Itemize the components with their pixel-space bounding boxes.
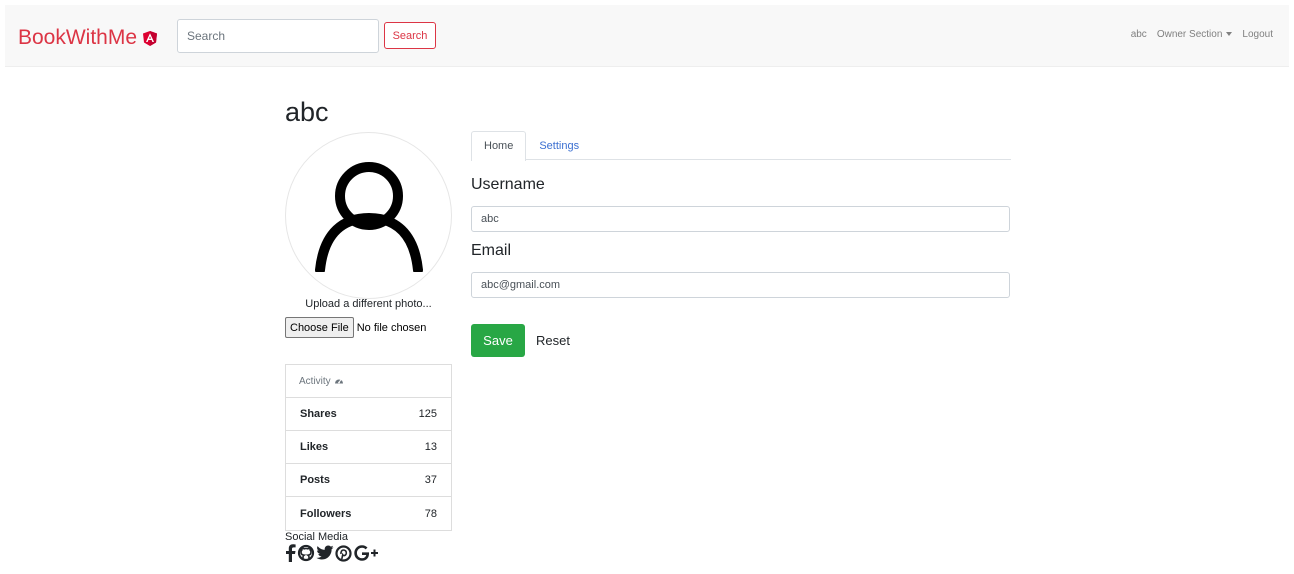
- activity-row-followers: Followers 78: [286, 497, 451, 530]
- owner-section-label: Owner Section: [1156, 29, 1223, 40]
- search-input[interactable]: [177, 19, 379, 53]
- twitter-icon[interactable]: [316, 545, 334, 566]
- social-icons: [285, 544, 379, 567]
- email-label: Email: [471, 242, 512, 259]
- profile-tabs: Home Settings: [471, 131, 1011, 161]
- activity-label: Posts: [300, 474, 330, 486]
- upload-label: Upload a different photo...: [305, 298, 432, 310]
- angular-shield-icon: [143, 28, 158, 52]
- activity-label: Followers: [300, 507, 352, 520]
- activity-label: Shares: [300, 408, 337, 420]
- choose-file-button[interactable]: Choose File: [285, 317, 354, 338]
- brand-link[interactable]: BookWithMe: [18, 24, 158, 52]
- activity-title: Activity: [299, 375, 331, 387]
- activity-panel: Activity Shares 125 Likes 13 Posts 37 Fo…: [285, 364, 452, 531]
- email-field[interactable]: [471, 272, 1010, 298]
- owner-section-dropdown[interactable]: Owner Section: [1157, 29, 1233, 40]
- logout-link[interactable]: Logout: [1242, 29, 1273, 40]
- facebook-icon[interactable]: [285, 544, 296, 567]
- social-media-label: Social Media: [285, 531, 348, 543]
- file-picker: Choose File No file chosen: [285, 317, 426, 338]
- activity-value: 13: [424, 441, 437, 453]
- activity-value: 125: [418, 408, 437, 420]
- activity-value: 78: [424, 507, 437, 520]
- page-title: abc: [285, 97, 329, 127]
- username-field[interactable]: [471, 206, 1010, 232]
- nav-right: abc Owner Section Logout: [1131, 29, 1273, 40]
- search-button[interactable]: Search: [384, 22, 436, 49]
- file-status: No file chosen: [356, 321, 427, 334]
- activity-value: 37: [424, 474, 437, 486]
- user-silhouette-icon: [314, 161, 423, 272]
- save-button[interactable]: Save: [471, 324, 525, 357]
- activity-header: Activity: [286, 365, 451, 398]
- dashboard-icon: [334, 376, 344, 386]
- activity-label: Likes: [300, 441, 329, 453]
- activity-row-likes: Likes 13: [286, 431, 451, 464]
- navbar: BookWithMe Search abc Owner Section Logo…: [5, 5, 1289, 67]
- tab-settings[interactable]: Settings: [526, 131, 592, 160]
- reset-button[interactable]: Reset: [528, 324, 578, 357]
- nav-user[interactable]: abc: [1131, 29, 1147, 40]
- tab-home[interactable]: Home: [471, 131, 527, 161]
- brand-name: BookWithMe: [18, 26, 138, 49]
- activity-row-posts: Posts 37: [286, 464, 451, 497]
- pinterest-icon[interactable]: [335, 544, 352, 567]
- github-icon[interactable]: [297, 544, 315, 567]
- avatar: [285, 132, 452, 299]
- activity-row-shares: Shares 125: [286, 398, 451, 431]
- google-plus-icon[interactable]: [353, 545, 379, 566]
- username-label: Username: [471, 176, 545, 193]
- caret-down-icon: [1226, 32, 1233, 37]
